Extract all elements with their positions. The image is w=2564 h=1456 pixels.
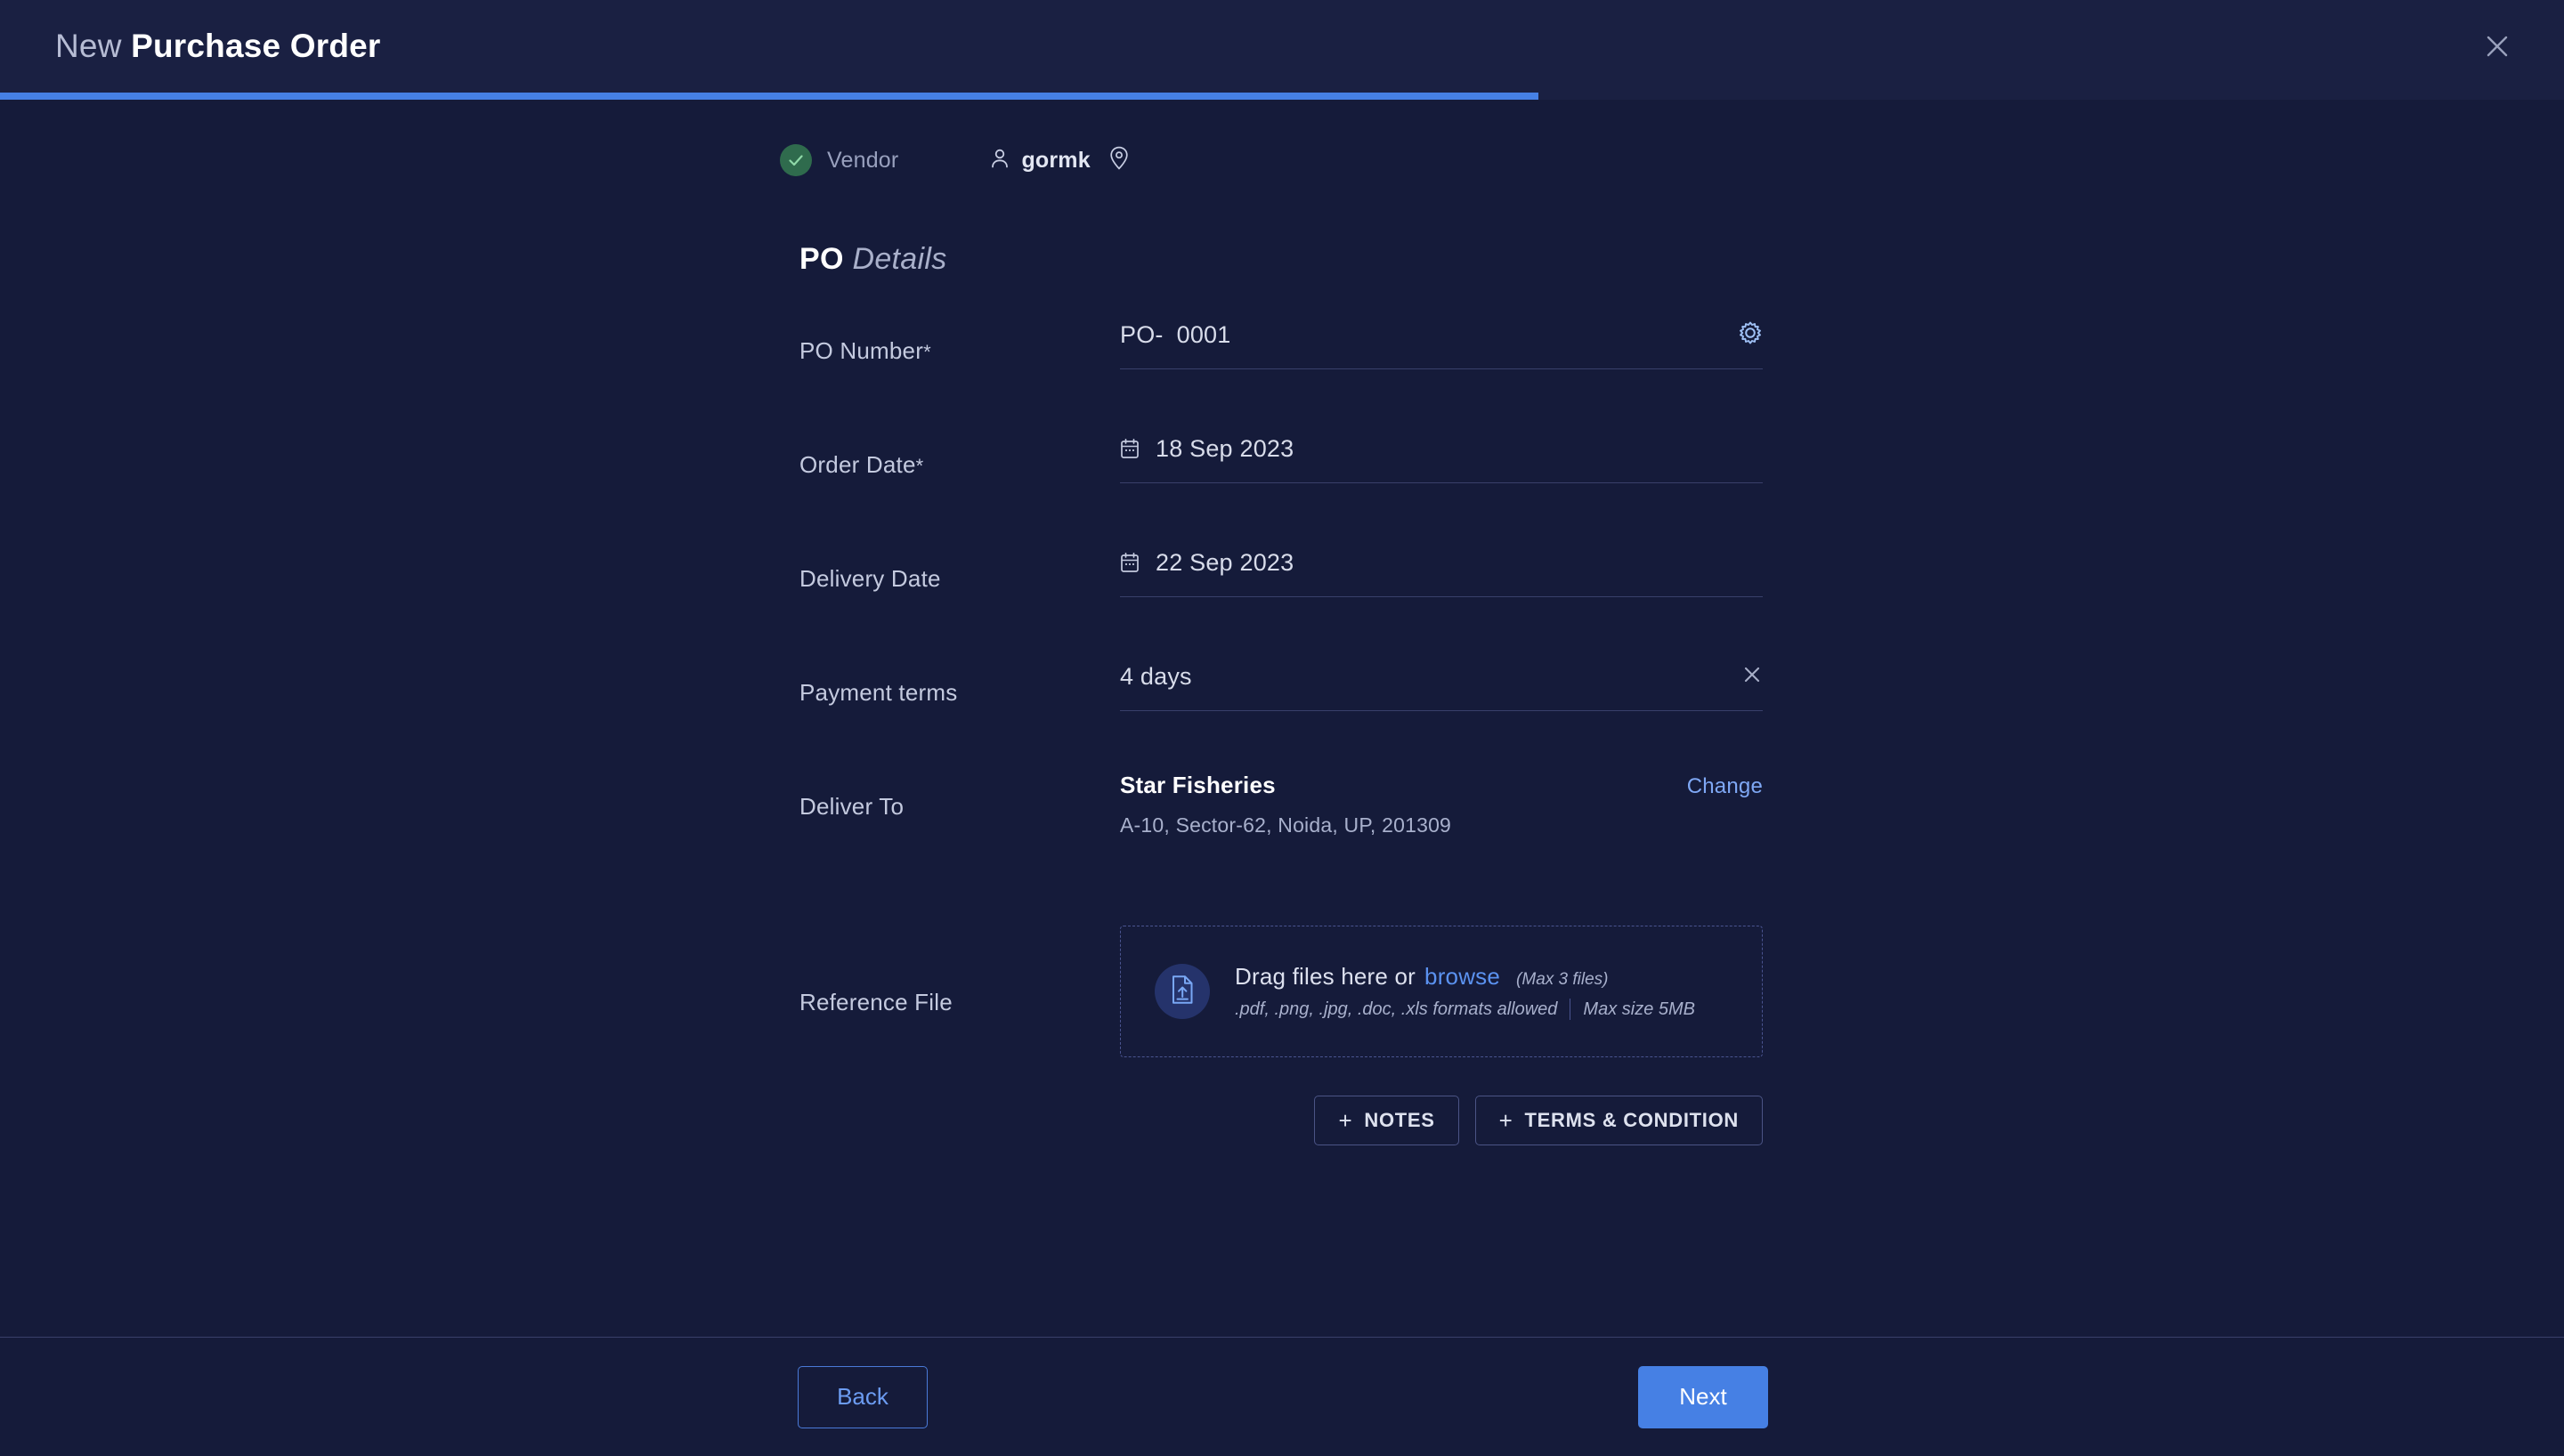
delivery-date-label: Delivery Date — [799, 544, 1120, 593]
stepper-selected-vendor[interactable]: gormk — [990, 147, 1091, 174]
field-row-order-date: Order Date* 18 Sep 2023 — [799, 430, 2564, 544]
deliver-to-change-link[interactable]: Change — [1687, 774, 1763, 799]
order-date-label: Order Date* — [799, 430, 1120, 479]
close-button[interactable] — [2477, 26, 2518, 67]
field-row-po-number: PO Number* PO- 0001 — [799, 316, 2564, 430]
page-title-prefix: New — [55, 28, 122, 64]
po-number-label: PO Number* — [799, 316, 1120, 365]
plus-icon: + — [1498, 1107, 1513, 1134]
delivery-date-value: 22 Sep 2023 — [1156, 548, 1294, 576]
wizard-stepper: Vendor gormk — [0, 100, 2564, 176]
dropzone-browse-link[interactable]: browse — [1424, 963, 1500, 991]
modal-footer: Back Next — [0, 1337, 2564, 1456]
po-number-prefix: PO- — [1120, 320, 1164, 348]
deliver-to-control: Star Fisheries Change A-10, Sector-62, N… — [1120, 772, 1763, 837]
dropzone-primary-line: Drag files here or browse (Max 3 files) — [1235, 963, 1695, 991]
dropzone-drag-text: Drag files here or — [1235, 963, 1416, 990]
stepper-step-vendor[interactable]: Vendor — [780, 144, 898, 176]
page-title-main: Purchase Order — [131, 28, 381, 64]
add-section-buttons: + NOTES + TERMS & CONDITION — [799, 1096, 1763, 1145]
dropzone-secondary-line: .pdf, .png, .jpg, .doc, .xls formats all… — [1235, 999, 1695, 1020]
next-button[interactable]: Next — [1638, 1365, 1768, 1428]
close-icon — [2486, 35, 2509, 58]
order-date-label-text: Order Date — [799, 451, 916, 478]
delivery-date-control: 22 Sep 2023 — [1120, 544, 1763, 597]
po-number-control: PO- 0001 — [1120, 316, 1763, 369]
po-number-settings-button[interactable] — [1738, 320, 1763, 350]
payment-terms-input[interactable]: 4 days — [1120, 658, 1763, 711]
field-row-reference-file: Reference File Drag files here or browse… — [799, 907, 2564, 1076]
progress-bar-fill — [0, 93, 1538, 100]
payment-terms-label: Payment terms — [799, 658, 1120, 707]
payment-terms-value: 4 days — [1120, 662, 1192, 690]
payment-terms-control: 4 days — [1120, 658, 1763, 711]
deliver-to-top-row: Star Fisheries Change — [1120, 772, 1763, 799]
deliver-to-address: A-10, Sector-62, Noida, UP, 201309 — [1120, 813, 1452, 837]
po-number-label-text: PO Number — [799, 337, 924, 364]
add-notes-button[interactable]: + NOTES — [1314, 1096, 1459, 1145]
file-upload-icon-badge — [1155, 964, 1210, 1019]
modal-body: Vendor gormk PO Details PO Number* PO- 0… — [0, 100, 2564, 1337]
stepper-vendor-name: gormk — [1021, 147, 1091, 173]
delivery-date-input[interactable]: 22 Sep 2023 — [1120, 544, 1763, 597]
po-number-input[interactable]: PO- 0001 — [1120, 316, 1763, 369]
modal-header: New Purchase Order — [0, 0, 2564, 93]
add-notes-label: NOTES — [1364, 1109, 1435, 1131]
payment-terms-clear-button[interactable] — [1741, 664, 1763, 690]
add-terms-button[interactable]: + TERMS & CONDITION — [1474, 1096, 1763, 1145]
dropzone-texts: Drag files here or browse (Max 3 files) … — [1235, 963, 1695, 1020]
person-icon — [990, 148, 1010, 174]
order-date-value: 18 Sep 2023 — [1156, 434, 1294, 462]
section-title: PO Details — [799, 242, 2564, 277]
stepper-step-vendor-label: Vendor — [827, 147, 899, 173]
deliver-to-label: Deliver To — [799, 772, 1120, 821]
delivery-date-label-text: Delivery Date — [799, 565, 941, 592]
gear-icon — [1738, 320, 1763, 350]
dropzone-max-files: (Max 3 files) — [1516, 970, 1609, 989]
new-purchase-order-modal: New Purchase Order Vendor gormk PO Detai… — [0, 0, 2564, 1456]
po-number-required-mark: * — [923, 341, 931, 363]
field-row-delivery-date: Delivery Date 22 Sep 2023 — [799, 544, 2564, 658]
po-details-form: PO Details PO Number* PO- 0001 Order Dat… — [0, 176, 2564, 1145]
order-date-control: 18 Sep 2023 — [1120, 430, 1763, 483]
section-title-bold: PO — [799, 242, 844, 276]
map-pin-button[interactable] — [1109, 146, 1129, 174]
field-row-deliver-to: Deliver To Star Fisheries Change A-10, S… — [799, 772, 2564, 882]
check-circle-icon — [780, 144, 812, 176]
po-number-value: 0001 — [1176, 320, 1231, 348]
back-button[interactable]: Back — [798, 1365, 928, 1428]
deliver-to-name: Star Fisheries — [1120, 772, 1276, 798]
add-terms-label: TERMS & CONDITION — [1524, 1109, 1739, 1131]
field-row-payment-terms: Payment terms 4 days — [799, 658, 2564, 772]
plus-icon: + — [1338, 1107, 1353, 1134]
page-title: New Purchase Order — [55, 28, 381, 65]
section-title-light: Details — [852, 242, 947, 276]
dropzone-formats: .pdf, .png, .jpg, .doc, .xls formats all… — [1235, 999, 1558, 1019]
payment-terms-label-text: Payment terms — [799, 679, 958, 706]
calendar-icon — [1120, 552, 1140, 573]
close-icon — [1741, 664, 1763, 690]
file-upload-icon — [1169, 975, 1196, 1009]
progress-bar-track — [0, 93, 2564, 100]
order-date-required-mark: * — [915, 455, 924, 477]
order-date-input[interactable]: 18 Sep 2023 — [1120, 430, 1763, 483]
dropzone-max-size: Max size 5MB — [1583, 999, 1695, 1019]
deliver-to-label-text: Deliver To — [799, 793, 905, 820]
reference-file-label: Reference File — [799, 967, 1120, 1016]
reference-file-label-text: Reference File — [799, 988, 953, 1015]
calendar-icon — [1120, 438, 1140, 459]
map-pin-icon — [1109, 146, 1129, 174]
file-dropzone[interactable]: Drag files here or browse (Max 3 files) … — [1120, 926, 1763, 1057]
